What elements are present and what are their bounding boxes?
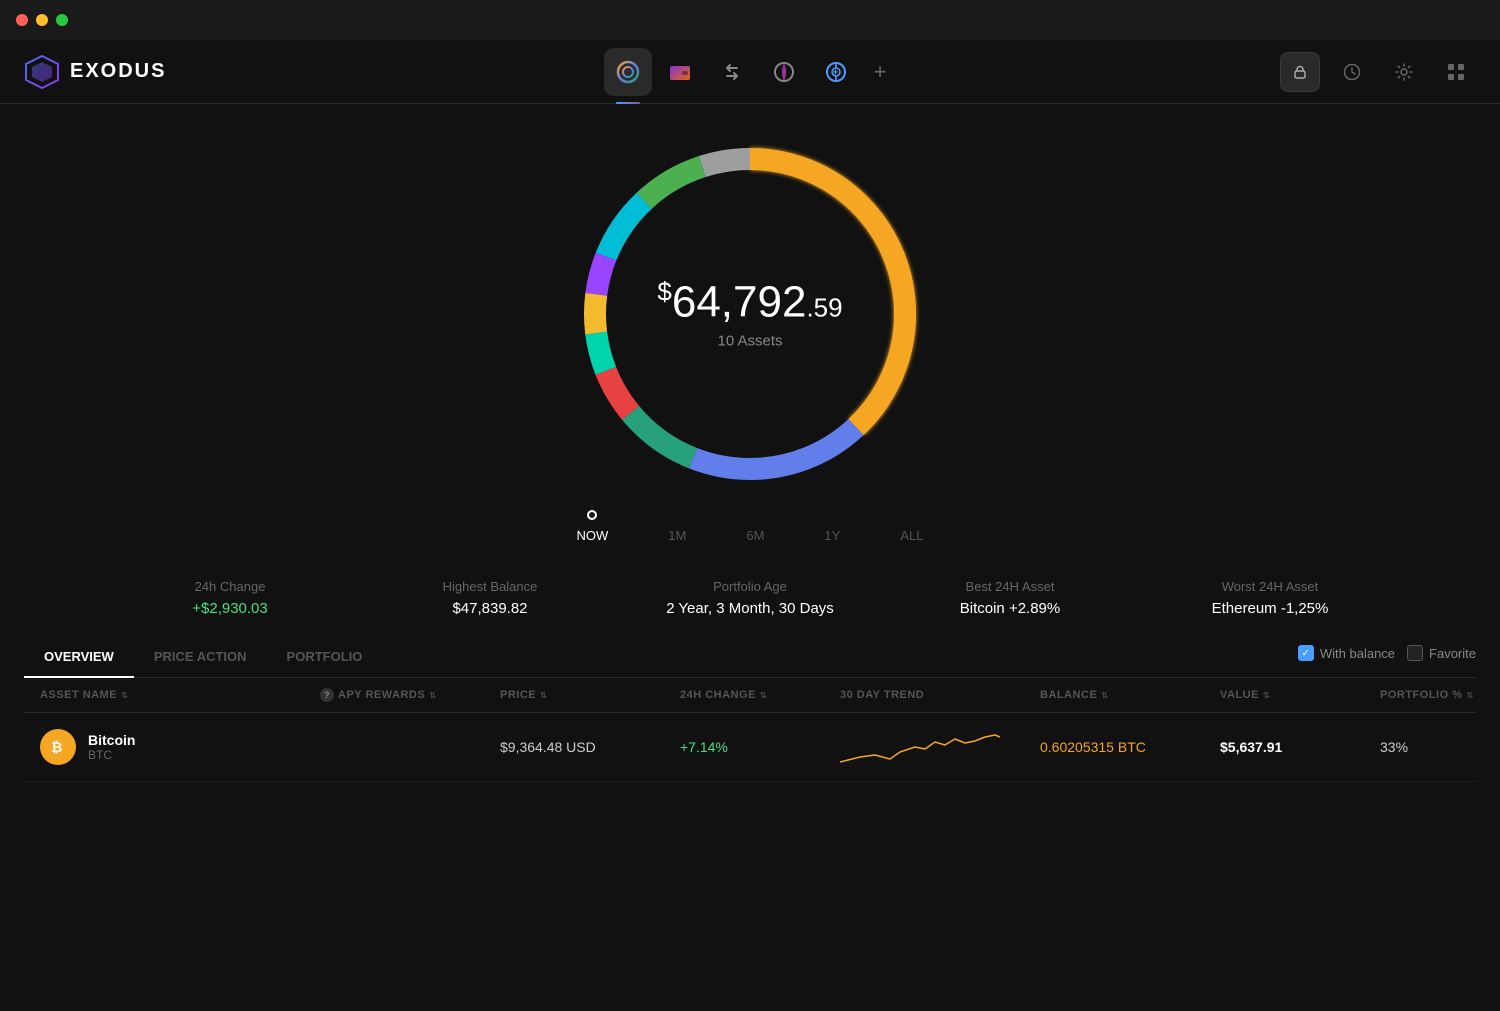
stat-best-24h: Best 24H Asset Bitcoin +2.89% (880, 579, 1140, 617)
bitcoin-portfolio-pct: 33% (1380, 739, 1500, 755)
bitcoin-value: $5,637.91 (1220, 739, 1380, 755)
sort-apy-icon: ⇅ (429, 691, 436, 700)
col-asset-name[interactable]: ASSET NAME ⇅ (40, 688, 320, 702)
apy-help-icon[interactable]: ? (320, 688, 334, 702)
minimize-button[interactable] (36, 14, 48, 26)
time-now[interactable]: NOW (577, 528, 609, 543)
stat-worst-24h: Worst 24H Asset Ethereum -1,25% (1140, 579, 1400, 617)
favorite-checkbox[interactable] (1407, 645, 1423, 661)
add-icon: + (874, 61, 887, 83)
stat-portfolio-age: Portfolio Age 2 Year, 3 Month, 30 Days (620, 579, 880, 617)
svg-text:₿: ₿ (51, 739, 62, 755)
history-button[interactable] (1332, 52, 1372, 92)
tab-portfolio[interactable] (604, 48, 652, 96)
settings-button[interactable] (1384, 52, 1424, 92)
tab-price-action[interactable]: PRICE ACTION (134, 637, 267, 678)
filter-with-balance[interactable]: ✓ With balance (1298, 645, 1395, 661)
exodus-logo-icon (24, 54, 60, 90)
nav-tabs: + + (604, 48, 896, 96)
table-filters: ✓ With balance Favorite (1298, 645, 1476, 669)
close-button[interactable] (16, 14, 28, 26)
svg-text:+: + (833, 67, 839, 78)
lock-button[interactable] (1280, 52, 1320, 92)
logo-text: EXODUS (70, 60, 166, 83)
assets-count: 10 Assets (657, 332, 842, 349)
grid-icon (1447, 63, 1465, 81)
stats-bar: 24h Change +$2,930.03 Highest Balance $4… (0, 559, 1500, 637)
tab-exchange[interactable] (708, 48, 756, 96)
sort-asset-name-icon: ⇅ (121, 691, 128, 700)
asset-table: ASSET NAME ⇅ ? APY REWARDS ⇅ PRICE ⇅ 24H… (24, 678, 1476, 782)
lock-icon (1293, 65, 1307, 79)
bitcoin-balance: 0.60205315 BTC (1040, 739, 1220, 755)
col-apy-rewards[interactable]: ? APY REWARDS ⇅ (320, 688, 500, 702)
donut-center: $64,792.59 10 Assets (657, 279, 842, 350)
with-balance-checkbox[interactable]: ✓ (1298, 645, 1314, 661)
browser-icon (772, 60, 796, 84)
filter-favorite[interactable]: Favorite (1407, 645, 1476, 661)
tab-add[interactable]: + (864, 56, 896, 88)
table-section: OVERVIEW PRICE ACTION PORTFOLIO ✓ With b… (0, 637, 1500, 782)
donut-chart: $64,792.59 10 Assets (560, 124, 940, 504)
stat-highest-balance: Highest Balance $47,839.82 (360, 579, 620, 617)
exchange-icon (720, 60, 744, 84)
maximize-button[interactable] (56, 14, 68, 26)
portfolio-section: $64,792.59 10 Assets NOW 1M 6M 1Y ALL (0, 104, 1500, 637)
table-tabs: OVERVIEW PRICE ACTION PORTFOLIO ✓ With b… (24, 637, 1476, 678)
titlebar (0, 0, 1500, 40)
col-portfolio-pct[interactable]: PORTFOLIO % ⇅ (1380, 688, 1500, 702)
main-content: $64,792.59 10 Assets NOW 1M 6M 1Y ALL (0, 104, 1500, 1011)
stat-24h-change: 24h Change +$2,930.03 (100, 579, 360, 617)
portfolio-amount: $64,792.59 (657, 279, 842, 325)
bitcoin-icon: ₿ (40, 729, 76, 765)
time-6m[interactable]: 6M (746, 528, 764, 543)
tab-overview[interactable]: OVERVIEW (24, 637, 134, 678)
time-all[interactable]: ALL (900, 528, 923, 543)
history-icon (1343, 63, 1361, 81)
portfolio-cents: .59 (806, 292, 842, 322)
col-balance[interactable]: BALANCE ⇅ (1040, 688, 1220, 702)
currency-symbol: $ (657, 277, 671, 307)
time-1m[interactable]: 1M (668, 528, 686, 543)
col-24h-change[interactable]: 24H CHANGE ⇅ (680, 688, 840, 702)
header: EXODUS (0, 40, 1500, 104)
wallet-icon (668, 60, 692, 84)
col-price[interactable]: PRICE ⇅ (500, 688, 680, 702)
bitcoin-info: Bitcoin BTC (88, 732, 135, 762)
header-right (1280, 52, 1476, 92)
time-selector: NOW 1M 6M 1Y ALL (577, 520, 924, 551)
sort-change-icon: ⇅ (760, 691, 767, 700)
col-value[interactable]: VALUE ⇅ (1220, 688, 1380, 702)
sort-price-icon: ⇅ (540, 691, 547, 700)
web3-icon: + (824, 60, 848, 84)
portfolio-icon (616, 60, 640, 84)
asset-name-cell: ₿ Bitcoin BTC (40, 729, 320, 765)
sort-portfolio-icon: ⇅ (1467, 691, 1474, 700)
bitcoin-change: +7.14% (680, 739, 840, 755)
bitcoin-sparkline (840, 727, 1040, 767)
grid-button[interactable] (1436, 52, 1476, 92)
logo: EXODUS (24, 54, 166, 90)
settings-icon (1395, 63, 1413, 81)
col-30-day-trend: 30 DAY TREND (840, 688, 1040, 702)
tab-portfolio[interactable]: PORTFOLIO (267, 637, 383, 678)
tab-browser[interactable] (760, 48, 808, 96)
bitcoin-price: $9,364.48 USD (500, 739, 680, 755)
table-row[interactable]: ₿ Bitcoin BTC $9,364.48 USD +7.14% (24, 713, 1476, 782)
time-1y[interactable]: 1Y (824, 528, 840, 543)
sort-value-icon: ⇅ (1263, 691, 1270, 700)
sort-balance-icon: ⇅ (1101, 691, 1108, 700)
table-header: ASSET NAME ⇅ ? APY REWARDS ⇅ PRICE ⇅ 24H… (24, 678, 1476, 713)
tab-web3[interactable]: + (812, 48, 860, 96)
tab-wallet[interactable] (656, 48, 704, 96)
